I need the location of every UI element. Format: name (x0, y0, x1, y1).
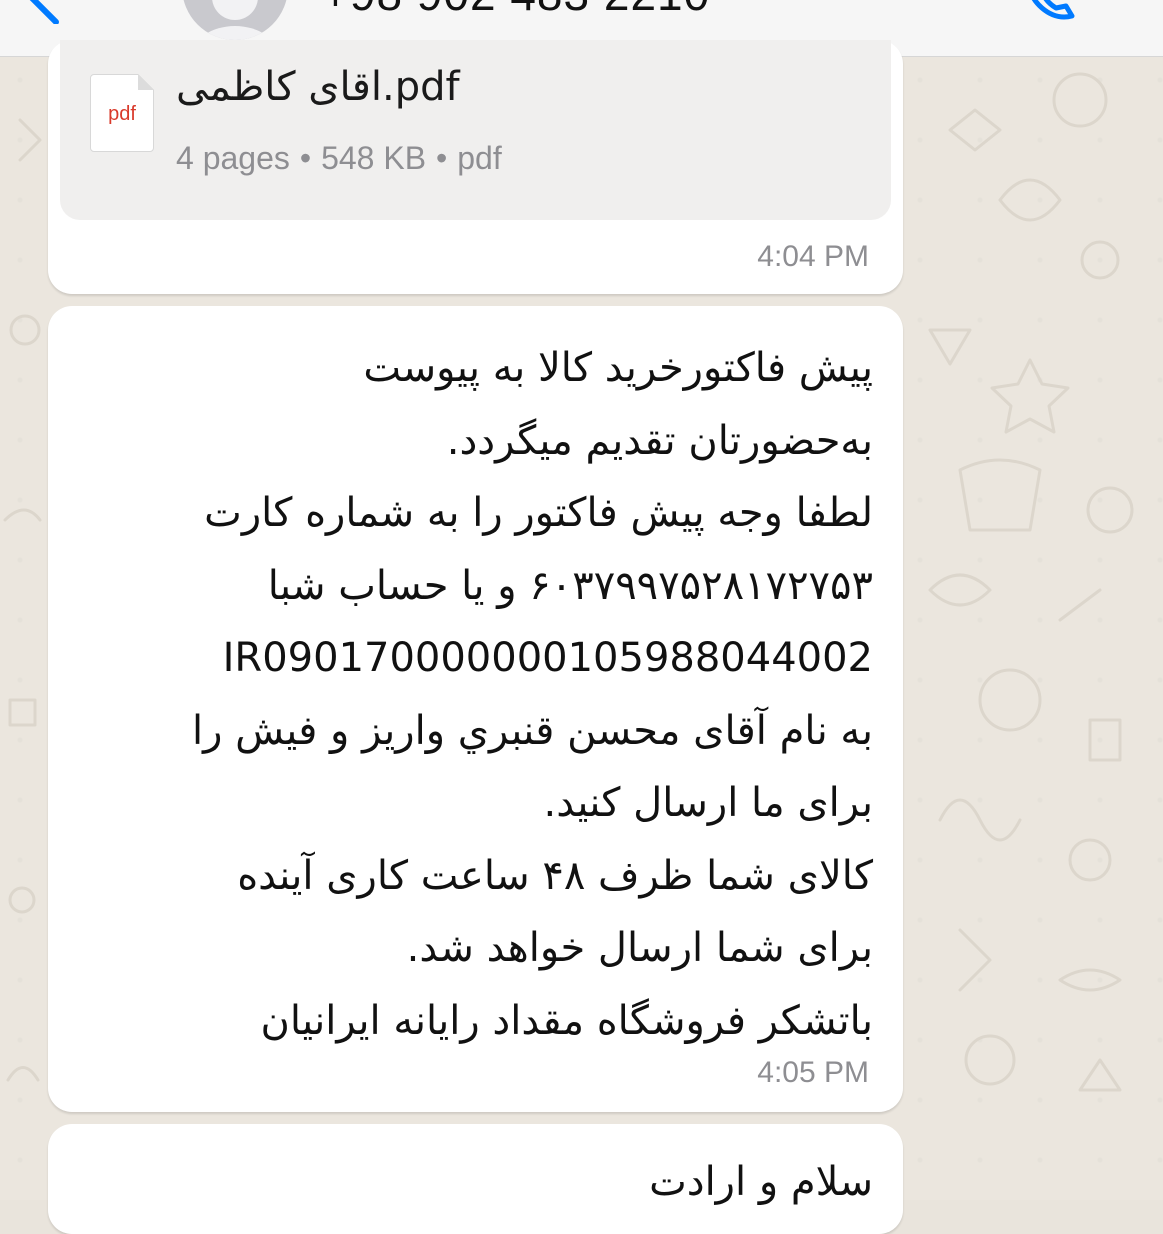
message-line: ۶۰۳۷۹۹۷۵۲۸۱۷۲۷۵۳ و یا حساب شبا (267, 562, 873, 609)
text-message-bubble[interactable]: پیش فاکتورخرید کالا به پیوست به‌حضورتان … (48, 306, 903, 1112)
message-line: کالای شما ظرف ۴۸ ساعت کاری آینده (237, 852, 873, 899)
message-line: پیش فاکتورخرید کالا به پیوست (363, 345, 873, 391)
message-line: باتشکر فروشگاه مقداد رایانه ایرانیان (260, 997, 873, 1044)
meta-separator: • (436, 140, 448, 176)
pdf-file-icon: pdf (90, 74, 154, 152)
document-attachment[interactable]: pdf اقای کاظمی.pdf 4 pages • 548 KB • pdf (60, 40, 891, 220)
iban-line[interactable]: IR090170000000105988044002 (83, 622, 873, 695)
avatar-body (192, 26, 278, 40)
message-timestamp: 4:05 PM (757, 1056, 869, 1089)
document-size: 548 KB (321, 140, 427, 176)
pdf-icon-label: pdf (108, 103, 136, 125)
avatar[interactable] (182, 0, 288, 40)
message-line: سلام و ارادت (649, 1159, 873, 1205)
phone-icon[interactable] (1022, 0, 1082, 22)
message-line: به‌حضورتان تقدیم میگردد. (446, 417, 873, 464)
contact-name[interactable]: +98 902 483 2210 (322, 0, 710, 24)
partial-message-bubble[interactable]: سلام و ارادت (48, 1124, 903, 1234)
document-message-bubble[interactable]: pdf اقای کاظمی.pdf 4 pages • 548 KB • pdf 4:… (48, 40, 903, 294)
message-text: سلام و ارادت (83, 1146, 873, 1219)
document-file-name: اقای کاظمی.pdf (176, 64, 460, 110)
chevron-left-icon[interactable] (8, 0, 68, 24)
avatar-head (212, 0, 258, 20)
message-line: برای شما ارسال خواهد شد. (406, 925, 873, 971)
document-type: pdf (457, 140, 502, 176)
message-timestamp: 4:04 PM (757, 240, 869, 273)
message-line: برای ما ارسال کنید. (543, 780, 873, 826)
message-line: به نام آقای محسن قنبري واريز و فیش را (191, 707, 873, 754)
message-line: لطفا وجه پیش فاکتور را به شماره کارت (204, 490, 873, 536)
document-meta: 4 pages • 548 KB • pdf (176, 140, 502, 177)
document-pages: 4 pages (176, 140, 290, 176)
page-fold (138, 74, 154, 90)
message-text: پیش فاکتورخرید کالا به پیوست به‌حضورتان … (83, 332, 873, 1057)
meta-separator: • (299, 140, 312, 176)
